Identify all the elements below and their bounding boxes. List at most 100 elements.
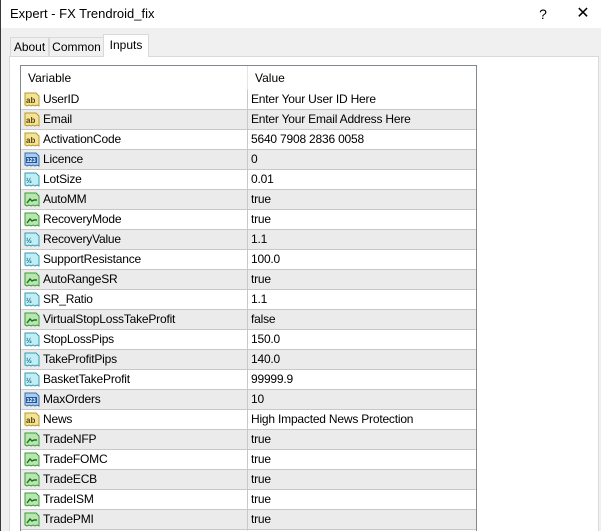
variable-value-cell[interactable]: 1.1 <box>251 230 267 249</box>
double-icon: ½ <box>24 332 40 348</box>
variable-name: UserID <box>43 92 80 106</box>
cell-divider <box>247 310 248 330</box>
variable-value-cell[interactable]: 140.0 <box>251 350 280 369</box>
variable-value-cell[interactable]: 5640 7908 2836 0058 <box>251 130 364 149</box>
grid-row-supportresistance[interactable]: ½ SupportResistance 100.0 <box>21 250 476 270</box>
integer-icon: 123 <box>24 392 40 408</box>
cell-divider <box>247 430 248 450</box>
variable-value-cell[interactable]: High Impacted News Protection <box>251 410 413 429</box>
grid-row-lotsize[interactable]: ½ LotSize 0.01 <box>21 170 476 190</box>
close-button[interactable]: ✕ <box>571 3 595 25</box>
grid-row-tradenfp[interactable]: TradeNFP true <box>21 430 476 450</box>
svg-text:½: ½ <box>26 177 32 185</box>
variable-value-cell[interactable]: true <box>251 510 271 529</box>
cell-divider <box>247 270 248 290</box>
grid-row-tradefomc[interactable]: TradeFOMC true <box>21 450 476 470</box>
cell-divider <box>247 110 248 130</box>
variable-value-cell[interactable]: true <box>251 490 271 509</box>
variable-name: AutoRangeSR <box>43 272 118 286</box>
variable-value-cell[interactable]: false <box>251 310 276 329</box>
variable-value-cell[interactable]: true <box>251 450 271 469</box>
inputs-grid[interactable]: Variable Value ab UserID Enter Your User I… <box>20 65 477 531</box>
grid-row-takeprofitpips[interactable]: ½ TakeProfitPips 140.0 <box>21 350 476 370</box>
cell-divider <box>247 470 248 490</box>
variable-name: RecoveryMode <box>43 212 122 226</box>
double-icon: ½ <box>24 352 40 368</box>
variable-value-cell[interactable]: true <box>251 210 271 229</box>
variable-value-cell[interactable]: Enter Your Email Address Here <box>251 110 411 129</box>
grid-row-tradeism[interactable]: TradeISM true <box>21 490 476 510</box>
tab-common[interactable]: Common <box>49 37 104 57</box>
cell-divider <box>247 490 248 510</box>
grid-row-stoplosspips[interactable]: ½ StopLossPips 150.0 <box>21 330 476 350</box>
grid-row-email[interactable]: ab Email Enter Your Email Address Here <box>21 110 476 130</box>
bool-icon <box>24 432 40 448</box>
grid-row-virtualstoplosstakeprofit[interactable]: VirtualStopLossTakeProfit false <box>21 310 476 330</box>
cell-divider <box>247 90 248 110</box>
variable-name: RecoveryValue <box>43 232 121 246</box>
variable-value-cell[interactable]: Enter Your User ID Here <box>251 90 376 109</box>
variable-name: AutoMM <box>43 192 87 206</box>
grid-row-maxorders[interactable]: 123 MaxOrders 10 <box>21 390 476 410</box>
variable-name: Email <box>43 112 73 126</box>
svg-text:½: ½ <box>26 297 32 305</box>
variable-value-cell[interactable]: true <box>251 270 271 289</box>
variable-name: TradeECB <box>43 472 97 486</box>
cell-divider <box>247 170 248 190</box>
grid-row-activationcode[interactable]: ab ActivationCode 5640 7908 2836 0058 <box>21 130 476 150</box>
svg-text:ab: ab <box>26 136 35 145</box>
svg-text:½: ½ <box>26 377 32 385</box>
window-title: Expert - FX Trendroid_fix <box>10 6 155 21</box>
string-icon: ab <box>24 132 40 148</box>
integer-icon: 123 <box>24 152 40 168</box>
string-icon: ab <box>24 412 40 428</box>
variable-value-cell[interactable]: 10 <box>251 390 264 409</box>
bool-icon <box>24 192 40 208</box>
variable-name: Licence <box>43 152 83 166</box>
grid-row-tradeecb[interactable]: TradeECB true <box>21 470 476 490</box>
tab-inputs[interactable]: Inputs <box>103 34 149 57</box>
cell-divider <box>247 230 248 250</box>
svg-text:123: 123 <box>27 398 36 404</box>
cell-divider <box>247 350 248 370</box>
svg-text:½: ½ <box>26 237 32 245</box>
tab-about[interactable]: About <box>10 37 49 57</box>
cell-divider <box>247 250 248 270</box>
grid-row-automm[interactable]: AutoMM true <box>21 190 476 210</box>
grid-row-userid[interactable]: ab UserID Enter Your User ID Here <box>21 90 476 110</box>
variable-value-cell[interactable]: 99999.9 <box>251 370 293 389</box>
variable-value-cell[interactable]: 1.1 <box>251 290 267 309</box>
variable-value-cell[interactable]: 150.0 <box>251 330 280 349</box>
variable-value-cell[interactable]: 100.0 <box>251 250 280 269</box>
variable-name: TradeFOMC <box>43 452 108 466</box>
cell-divider <box>247 130 248 150</box>
bool-icon <box>24 312 40 328</box>
grid-row-tradepmi[interactable]: TradePMI true <box>21 510 476 530</box>
grid-row-recoveryvalue[interactable]: ½ RecoveryValue 1.1 <box>21 230 476 250</box>
variable-name: News <box>43 412 73 426</box>
cell-divider <box>247 150 248 170</box>
variable-value-cell[interactable]: true <box>251 470 271 489</box>
cell-divider <box>247 450 248 470</box>
variable-name: TradePMI <box>43 512 94 526</box>
column-header-value[interactable]: Value <box>248 66 476 90</box>
column-header-variable[interactable]: Variable <box>21 66 247 90</box>
grid-row-recoverymode[interactable]: RecoveryMode true <box>21 210 476 230</box>
double-icon: ½ <box>24 172 40 188</box>
variable-value-cell[interactable]: 0.01 <box>251 170 274 189</box>
bool-icon <box>24 272 40 288</box>
help-button[interactable]: ? <box>531 3 555 25</box>
variable-value-cell[interactable]: true <box>251 430 271 449</box>
grid-row-baskettakeprofit[interactable]: ½ BasketTakeProfit 99999.9 <box>21 370 476 390</box>
grid-row-autorangesr[interactable]: AutoRangeSR true <box>21 270 476 290</box>
grid-row-news[interactable]: ab News High Impacted News Protection <box>21 410 476 430</box>
grid-row-licence[interactable]: 123 Licence 0 <box>21 150 476 170</box>
variable-value-cell[interactable]: 0 <box>251 150 258 169</box>
variable-name: TakeProfitPips <box>43 352 117 366</box>
variable-value-cell[interactable]: true <box>251 190 271 209</box>
string-icon: ab <box>24 92 40 108</box>
grid-row-sr-ratio[interactable]: ½ SR_Ratio 1.1 <box>21 290 476 310</box>
bool-icon <box>24 512 40 528</box>
bool-icon <box>24 472 40 488</box>
double-icon: ½ <box>24 372 40 388</box>
